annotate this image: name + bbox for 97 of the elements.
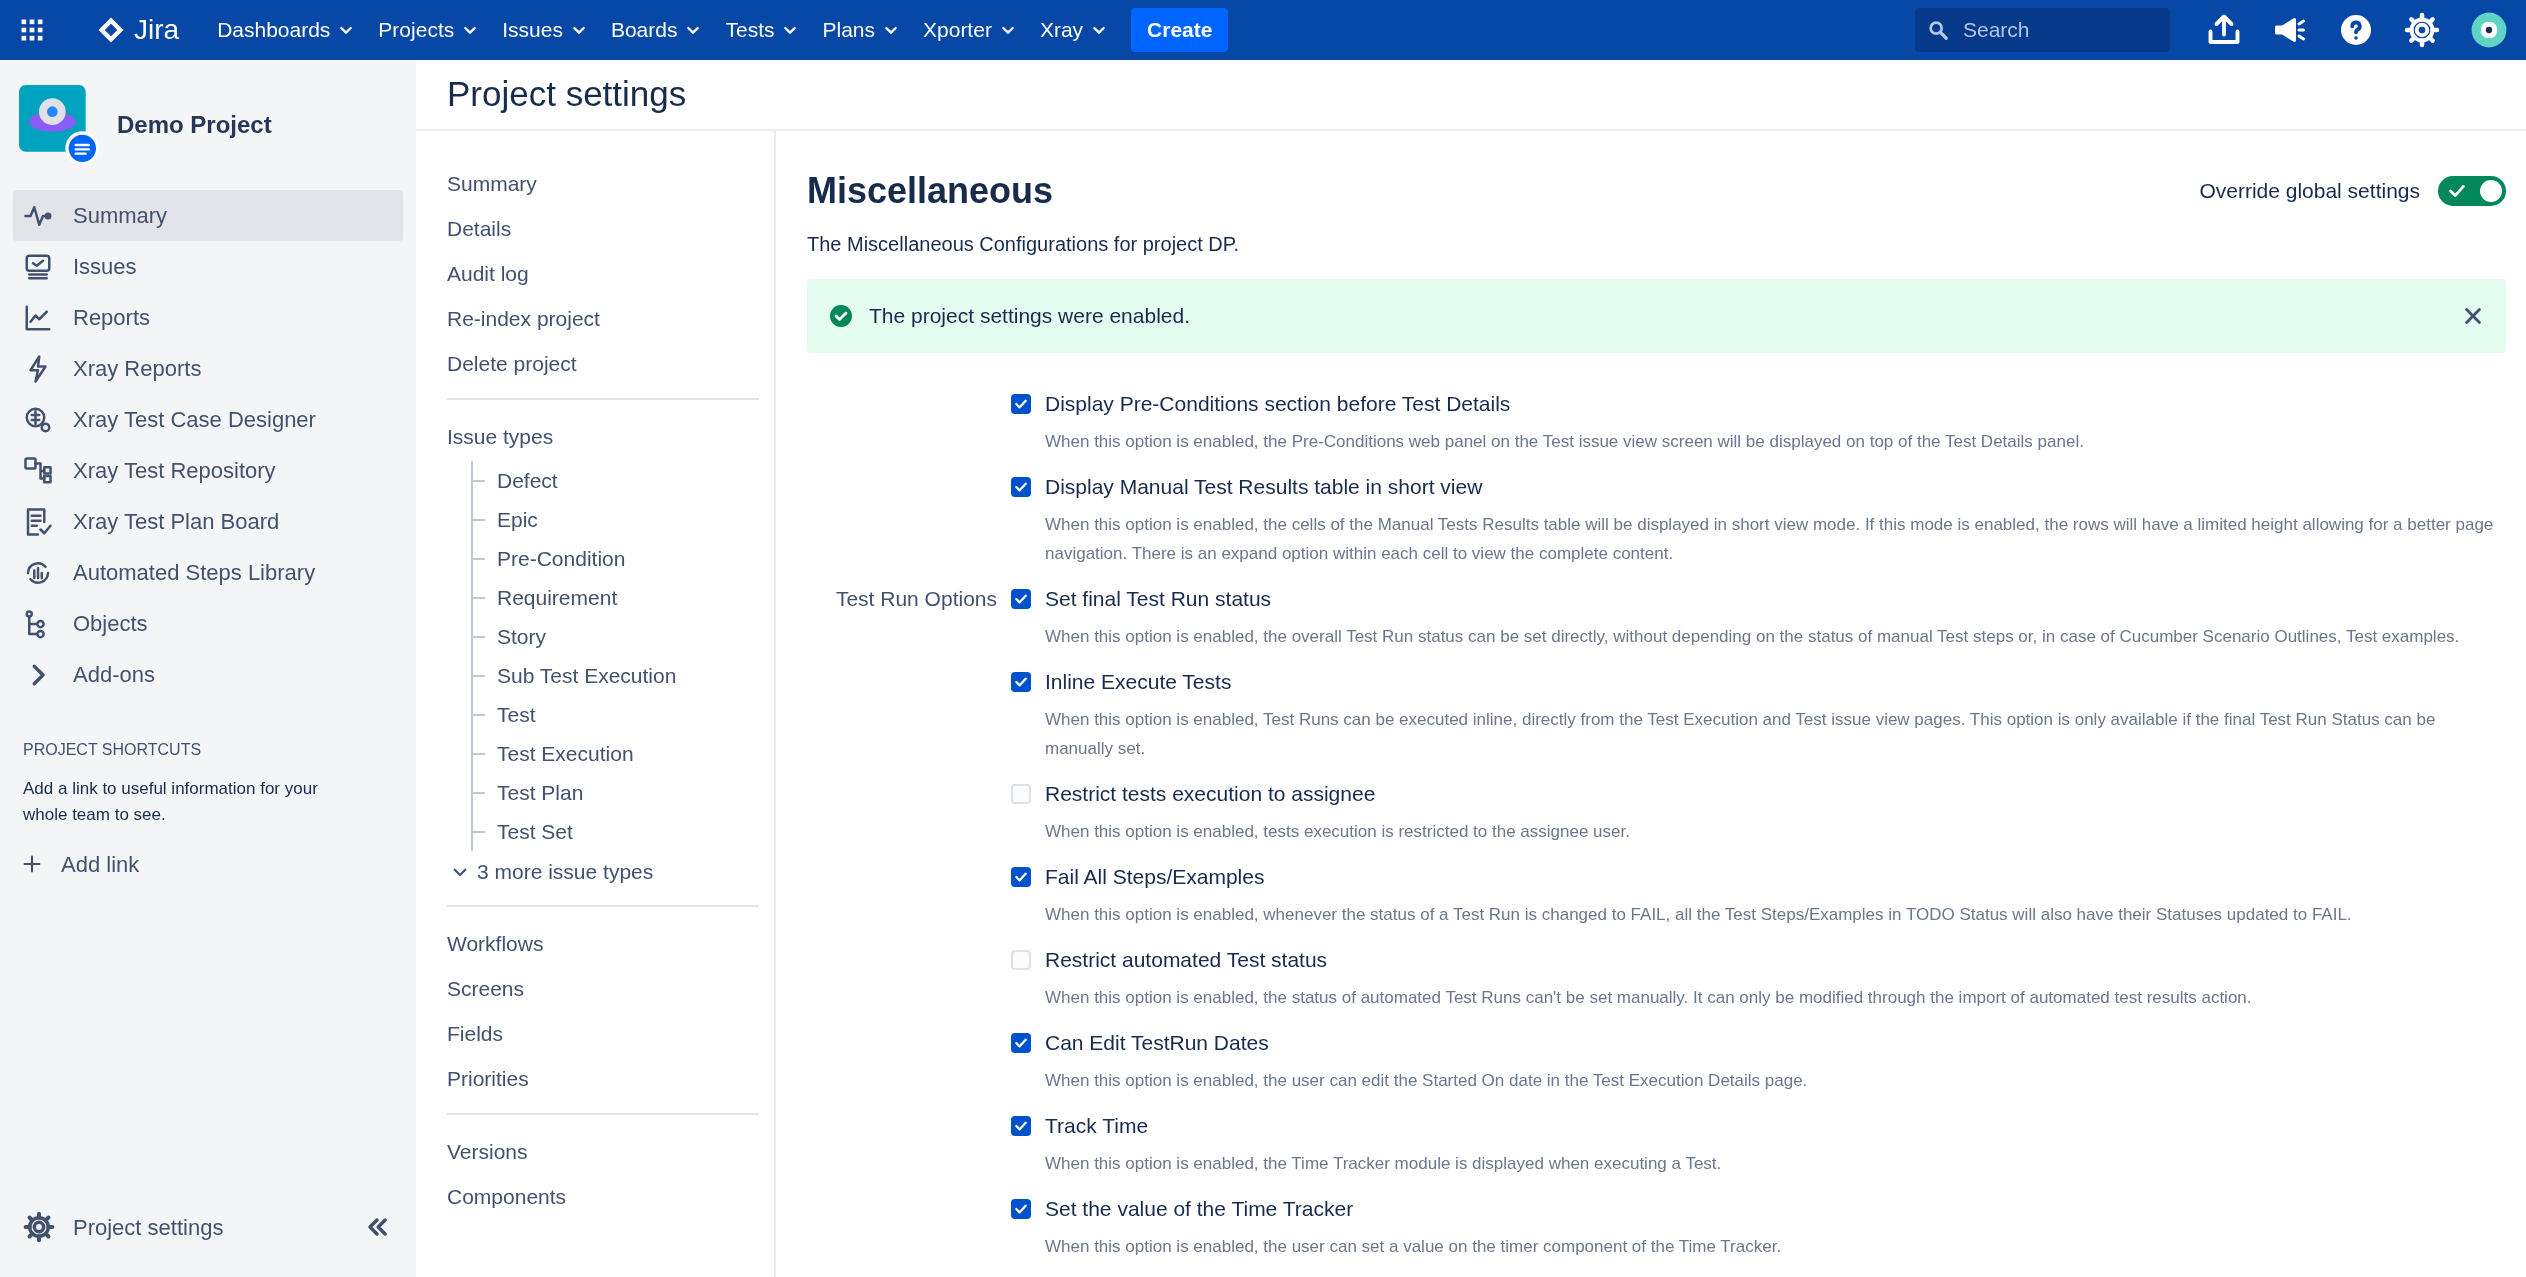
nav-menu[interactable]: Tests: [725, 8, 799, 52]
option-description: When this option is enabled, whenever the status of a Test Run is changed to FAIL, all the Test Steps/Examples in TODO Status will also have their Statuses updated to FAIL.: [1045, 904, 2353, 926]
issue-type-link[interactable]: Test: [497, 698, 536, 731]
search-field[interactable]: Search: [1915, 8, 2170, 52]
project-name: Demo Project: [117, 110, 272, 140]
sidebar-item[interactable]: Xray Reports: [13, 343, 403, 394]
checkbox[interactable]: [1011, 672, 1031, 692]
option-description: When this option is enabled, the user can edit the Started On date in the Test Execution Details page.: [1045, 1070, 1809, 1092]
checkbox[interactable]: [1011, 394, 1031, 414]
create-button[interactable]: Create: [1131, 8, 1229, 52]
plus-icon: [21, 853, 43, 875]
settings-nav-link[interactable]: Versions: [447, 1129, 759, 1174]
option-label: Fail All Steps/Examples: [1045, 864, 1265, 891]
option-label: Set final Test Run status: [1045, 586, 1272, 613]
nav-menu[interactable]: Xporter: [923, 8, 1016, 52]
option-description: When this option is enabled, Test Runs can be executed inline, directly from the Test Execution and Test issue view pages. This option is only available if the final Test Run Status can be manually set.: [1045, 709, 2437, 760]
checkbox[interactable]: [1011, 589, 1031, 609]
checkbox[interactable]: [1011, 1116, 1031, 1136]
sidebar-item[interactable]: Reports: [13, 292, 403, 343]
option-label: Can Edit TestRun Dates: [1045, 1030, 1269, 1057]
settings-nav-link[interactable]: Components: [447, 1174, 759, 1219]
sidebar-item[interactable]: Add-ons: [13, 649, 403, 700]
option-description: When this option is enabled, the Time Tracker module is displayed when executing a Test.: [1045, 1153, 1723, 1175]
nodes-icon: [23, 455, 53, 486]
issue-type-link[interactable]: Test Plan: [497, 776, 584, 809]
sidebar-item[interactable]: Automated Steps Library: [13, 547, 403, 598]
checkbox[interactable]: [1011, 867, 1031, 887]
nav-menu[interactable]: Issues: [502, 8, 587, 52]
sidebar-item[interactable]: Xray Test Case Designer: [13, 394, 403, 445]
settings-nav-link[interactable]: Priorities: [447, 1056, 759, 1101]
settings-nav-link[interactable]: Delete project: [447, 341, 759, 386]
nav-menu[interactable]: Boards: [610, 8, 702, 52]
shortcuts-description: Add a link to useful information for your whole team to see.: [22, 778, 319, 826]
option-description: When this option is enabled, the overall Test Run status can be set directly, without depending on the status of manual Test steps or, in case of Cucumber Scenario Outlines, Test examples.: [1045, 626, 2461, 648]
sidebar-item[interactable]: Xray Test Repository: [13, 445, 403, 496]
help-icon[interactable]: [2338, 12, 2374, 48]
success-icon: [829, 304, 853, 328]
checkbox[interactable]: [1011, 784, 1031, 804]
issue-type-link[interactable]: Story: [497, 620, 546, 653]
settings-nav-link[interactable]: Summary: [447, 161, 759, 206]
option-label: Set the value of the Time Tracker: [1045, 1196, 1354, 1223]
nav-menu[interactable]: Xray: [1039, 8, 1108, 52]
banner-message: The project settings were enabled.: [869, 303, 1192, 330]
show-more-button[interactable]: 3 more issue types: [451, 851, 654, 893]
settings-icon: [23, 1211, 55, 1243]
section-title: Miscellaneous: [807, 169, 1054, 213]
option-label: Restrict automated Test status: [1045, 947, 1328, 974]
option-description: When this option is enabled, the user can set a value on the timer component of the Time Tracker.: [1045, 1236, 1783, 1258]
nav-menu[interactable]: Dashboards: [217, 8, 355, 52]
settings-nav-heading: Issue types: [447, 424, 555, 450]
checkbox[interactable]: [1011, 1199, 1031, 1219]
option-description: When this option is enabled, the status of automated Test Runs can't be set manually. It can only be modified through the import of automated test results action.: [1045, 987, 2253, 1009]
close-icon[interactable]: [2462, 305, 2484, 327]
issue-type-link[interactable]: Sub Test Execution: [497, 659, 677, 692]
issue-type-link[interactable]: Epic: [497, 503, 538, 536]
option-description: When this option is enabled, tests execution is restricted to the assignee user.: [1045, 821, 1631, 843]
sidebar-item[interactable]: Issues: [13, 241, 403, 292]
checkbox[interactable]: [1011, 477, 1031, 497]
issue-type-link[interactable]: Test Execution: [497, 737, 634, 770]
group-label: Test Run Options: [835, 586, 997, 613]
settings-nav-link[interactable]: Details: [447, 206, 759, 251]
sidebar-item[interactable]: Summary: [13, 190, 403, 241]
page-title: Project settings: [447, 73, 687, 116]
settings-nav-link[interactable]: Re-index project: [447, 296, 759, 341]
section-description: The Miscellaneous Configurations for project DP.: [807, 232, 1241, 257]
option-label: Inline Execute Tests: [1045, 669, 1232, 696]
nav-menu[interactable]: Projects: [378, 8, 479, 52]
settings-nav-link[interactable]: Audit log: [447, 251, 759, 296]
project-settings-link[interactable]: Project settings: [23, 1210, 224, 1244]
sidebar-item[interactable]: Xray Test Plan Board: [13, 496, 403, 547]
search-icon: [1927, 19, 1949, 41]
option-description: When this option is enabled, the cells of the Manual Tests Results table will be displayed in short view mode. If this mode is enabled, the rows will have a limited height allowing for a better page navigation. There is an expand option within each cell to view the complete content.: [1045, 514, 2495, 565]
option-label: Display Manual Test Results table in short view: [1045, 474, 1483, 501]
issue-type-link[interactable]: Pre-Condition: [497, 542, 626, 575]
option-label: Restrict tests execution to assignee: [1045, 781, 1376, 808]
issue-type-link[interactable]: Defect: [497, 464, 558, 497]
settings-nav-link[interactable]: Fields: [447, 1011, 759, 1056]
add-link-button[interactable]: Add link: [13, 842, 403, 886]
jira-logo[interactable]: Jira: [96, 9, 180, 51]
option-label: Track Time: [1045, 1113, 1149, 1140]
issue-type-link[interactable]: Requirement: [497, 581, 618, 614]
settings-icon[interactable]: [2404, 12, 2440, 48]
override-toggle[interactable]: [2438, 176, 2506, 206]
option-label: Display Pre-Conditions section before Test Details: [1045, 391, 1511, 418]
option-description: When this option is enabled, the Pre-Conditions web panel on the Test issue view screen will be displayed on top of the Test Details panel.: [1045, 431, 2085, 453]
settings-nav-link[interactable]: Screens: [447, 966, 759, 1011]
toggle-label: Override global settings: [2199, 178, 2420, 205]
project-avatar-icon: [19, 85, 99, 165]
checkbox[interactable]: [1011, 950, 1031, 970]
nav-menu[interactable]: Plans: [822, 8, 899, 52]
jira-mark-icon: [96, 15, 126, 45]
avatar-icon[interactable]: [2470, 11, 2508, 49]
settings-nav-link[interactable]: Workflows: [447, 921, 759, 966]
issue-type-link[interactable]: Test Set: [497, 815, 573, 848]
checkbox[interactable]: [1011, 1033, 1031, 1053]
sidebar-item[interactable]: Objects: [13, 598, 403, 649]
section-heading: PROJECT SHORTCUTS: [22, 740, 203, 760]
